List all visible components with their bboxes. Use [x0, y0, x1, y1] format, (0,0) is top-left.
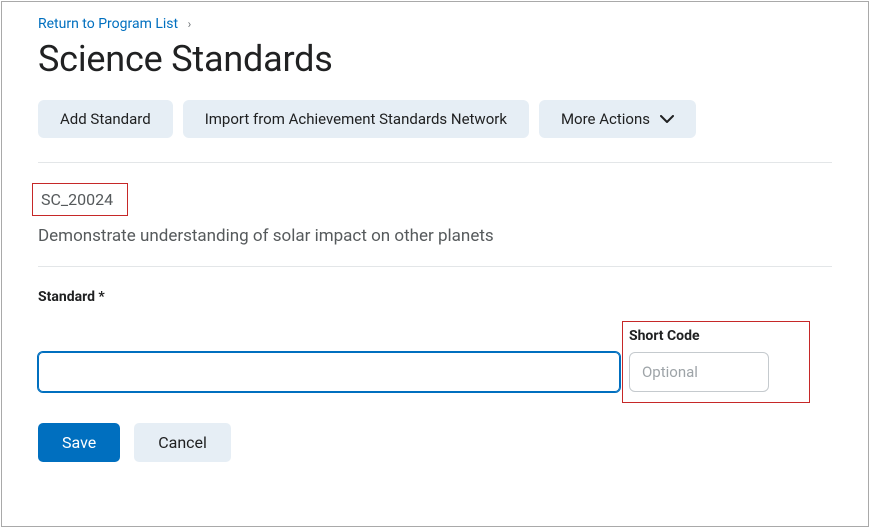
- short-code-label: Short Code: [629, 328, 769, 344]
- standard-input[interactable]: [38, 352, 620, 392]
- short-code-display: SC_20024: [32, 183, 128, 216]
- chevron-down-icon: [660, 115, 674, 124]
- short-code-input[interactable]: [629, 352, 769, 392]
- save-button[interactable]: Save: [38, 423, 120, 462]
- short-code-group: Short Code: [622, 321, 810, 403]
- page-frame: Return to Program List › Science Standar…: [1, 1, 869, 527]
- standard-header: SC_20024 Demonstrate understanding of so…: [38, 163, 832, 267]
- standard-description: Demonstrate understanding of solar impac…: [38, 226, 832, 246]
- add-standard-button[interactable]: Add Standard: [38, 100, 173, 138]
- form-section: Standard * Short Code Save Cancel: [38, 267, 832, 462]
- more-actions-label: More Actions: [561, 110, 650, 128]
- return-link[interactable]: Return to Program List: [38, 16, 178, 32]
- chevron-right-icon: ›: [188, 17, 192, 31]
- action-bar: Add Standard Import from Achievement Sta…: [38, 100, 832, 163]
- button-row: Save Cancel: [38, 423, 832, 462]
- import-asn-button[interactable]: Import from Achievement Standards Networ…: [183, 100, 529, 138]
- cancel-button[interactable]: Cancel: [134, 423, 231, 462]
- more-actions-button[interactable]: More Actions: [539, 100, 696, 138]
- page-title: Science Standards: [38, 38, 832, 80]
- standard-label: Standard *: [38, 289, 832, 305]
- breadcrumb: Return to Program List ›: [38, 16, 832, 32]
